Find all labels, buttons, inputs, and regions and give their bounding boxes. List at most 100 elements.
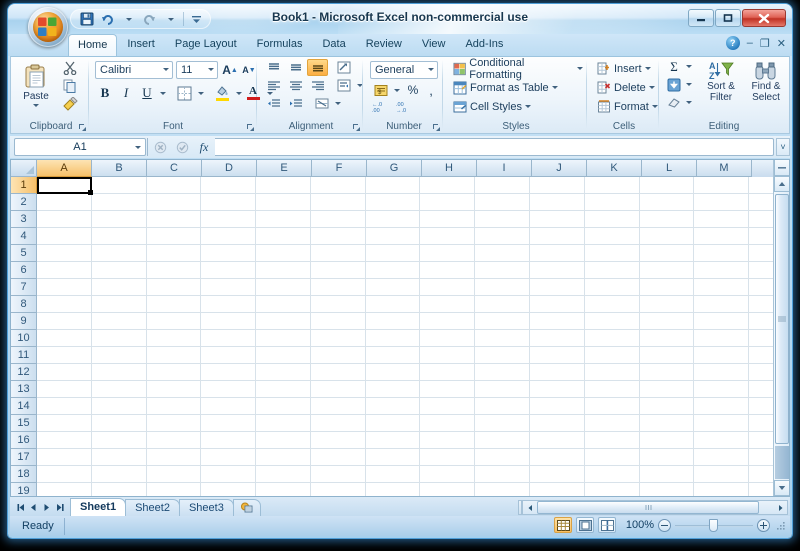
cell-H6[interactable] <box>420 262 476 279</box>
cell-B16[interactable] <box>91 432 147 449</box>
scroll-up-button[interactable] <box>774 176 789 192</box>
cell-B3[interactable] <box>91 211 147 228</box>
cell-E6[interactable] <box>256 262 311 279</box>
cell-E16[interactable] <box>256 432 311 449</box>
cell-M17[interactable] <box>694 449 750 466</box>
row-header-14[interactable]: 14 <box>11 398 37 415</box>
cell-F9[interactable] <box>310 313 366 330</box>
sort-and-filter-button[interactable]: A Z Sort & Filter <box>699 58 743 112</box>
clear-dropdown-button[interactable] <box>684 94 694 111</box>
cell-J3[interactable] <box>530 211 585 228</box>
cell-M12[interactable] <box>694 364 750 381</box>
row-header-7[interactable]: 7 <box>11 279 37 296</box>
cell-B7[interactable] <box>91 279 147 296</box>
percent-style-button[interactable]: % <box>404 81 422 99</box>
cell-F1[interactable] <box>310 177 366 194</box>
cell-D16[interactable] <box>201 432 257 449</box>
accounting-format-button[interactable]: $ <box>370 81 392 99</box>
cell-I1[interactable] <box>475 177 531 194</box>
cell-E13[interactable] <box>256 381 311 398</box>
align-right-button[interactable] <box>307 77 328 94</box>
cell-I13[interactable] <box>475 381 531 398</box>
previous-sheet-button[interactable] <box>27 500 40 515</box>
cell-F15[interactable] <box>310 415 366 432</box>
cell-B9[interactable] <box>91 313 147 330</box>
cell-E17[interactable] <box>256 449 311 466</box>
close-workbook-icon[interactable]: ✕ <box>777 37 786 50</box>
cell-M15[interactable] <box>694 415 750 432</box>
cell-M6[interactable] <box>694 262 750 279</box>
cell-L5[interactable] <box>639 245 695 262</box>
cell-C5[interactable] <box>146 245 202 262</box>
insert-function-button[interactable]: fx <box>193 137 215 157</box>
cell-C3[interactable] <box>146 211 202 228</box>
vertical-scroll-thumb[interactable] <box>775 194 789 444</box>
row-header-2[interactable]: 2 <box>11 194 37 211</box>
cell-B19[interactable] <box>92 483 147 496</box>
cell-K8[interactable] <box>584 296 640 313</box>
cell-B1[interactable] <box>91 177 147 194</box>
cell-F16[interactable] <box>310 432 366 449</box>
row-header-1[interactable]: 1 <box>11 177 37 194</box>
cell-C19[interactable] <box>147 483 202 496</box>
cell-F17[interactable] <box>310 449 366 466</box>
cell-A3[interactable] <box>37 211 92 228</box>
cell-H3[interactable] <box>420 211 476 228</box>
cell-D2[interactable] <box>201 194 257 211</box>
cell-J2[interactable] <box>530 194 585 211</box>
cell-D1[interactable] <box>201 177 257 194</box>
cell-C17[interactable] <box>146 449 202 466</box>
cell-C16[interactable] <box>146 432 202 449</box>
cell-J4[interactable] <box>530 228 585 245</box>
row-header-17[interactable]: 17 <box>11 449 37 466</box>
cell-J13[interactable] <box>530 381 585 398</box>
cell-L7[interactable] <box>639 279 695 296</box>
cell-M4[interactable] <box>694 228 750 245</box>
cell-F4[interactable] <box>310 228 366 245</box>
align-bottom-button[interactable] <box>307 59 328 76</box>
bold-button[interactable]: B <box>95 83 115 103</box>
merge-and-center-button[interactable] <box>311 95 333 112</box>
cell-I17[interactable] <box>475 449 531 466</box>
tab-view[interactable]: View <box>412 34 456 56</box>
cell-G5[interactable] <box>365 245 421 262</box>
cell-H15[interactable] <box>420 415 476 432</box>
row-header-12[interactable]: 12 <box>11 364 37 381</box>
cell-C6[interactable] <box>146 262 202 279</box>
cell-A17[interactable] <box>37 449 92 466</box>
row-header-18[interactable]: 18 <box>11 466 37 483</box>
cell-I7[interactable] <box>475 279 531 296</box>
cell-L1[interactable] <box>639 177 695 194</box>
zoom-level[interactable]: 100% <box>620 519 654 531</box>
format-painter-button[interactable] <box>59 95 81 112</box>
cell-F19[interactable] <box>311 483 366 496</box>
cell-J1[interactable] <box>530 177 585 194</box>
cell-K18[interactable] <box>584 466 640 483</box>
cell-C4[interactable] <box>146 228 202 245</box>
number-format-caret-icon[interactable] <box>428 68 434 71</box>
sheet-navigation-buttons[interactable] <box>10 498 70 516</box>
cell-H17[interactable] <box>420 449 476 466</box>
clipboard-dialog-launcher[interactable] <box>78 123 87 132</box>
cell-G1[interactable] <box>365 177 421 194</box>
cell-M9[interactable] <box>694 313 750 330</box>
cell-I3[interactable] <box>475 211 531 228</box>
cell-I18[interactable] <box>475 466 531 483</box>
cell-L12[interactable] <box>639 364 695 381</box>
row-headers[interactable]: 1 2 3 4 5 6 7 8 9 10 11 12 13 14 15 16 17 18 19 <box>11 177 37 496</box>
cell-I14[interactable] <box>475 398 531 415</box>
cell-F8[interactable] <box>310 296 366 313</box>
cell-G16[interactable] <box>365 432 421 449</box>
cell-K3[interactable] <box>584 211 640 228</box>
cell-F13[interactable] <box>310 381 366 398</box>
grow-font-button[interactable]: A ▲ <box>221 61 239 79</box>
ribbon-tab-strip[interactable]: Home Insert Page Layout Formulas Data Re… <box>8 34 792 56</box>
cell-M3[interactable] <box>694 211 750 228</box>
cell-G14[interactable] <box>365 398 421 415</box>
cell-D19[interactable] <box>201 483 257 496</box>
align-left-button[interactable] <box>263 77 284 94</box>
row-header-6[interactable]: 6 <box>11 262 37 279</box>
cell-K17[interactable] <box>584 449 640 466</box>
cell-F2[interactable] <box>310 194 366 211</box>
cell-H5[interactable] <box>420 245 476 262</box>
